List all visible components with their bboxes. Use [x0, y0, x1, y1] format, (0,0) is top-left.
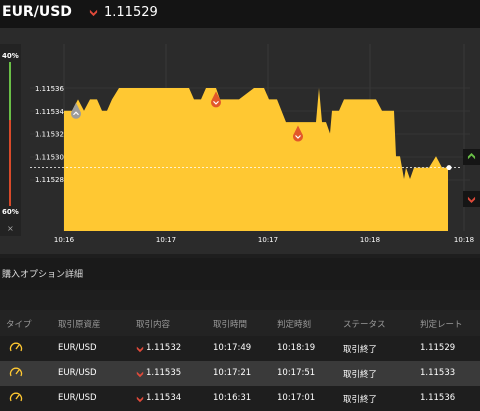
row-asset: EUR/USD — [58, 368, 97, 378]
table-header: タイプ 取引原資産 取引内容 取引時間 判定時刻 ステータス 判定レート — [0, 310, 480, 336]
down-arrow-icon — [136, 371, 144, 378]
y-tick-label: 1.11536 — [35, 85, 64, 93]
section-title: 購入オプション詳細 — [2, 270, 84, 280]
row-time: 10:16:31 — [213, 393, 252, 403]
header-content: 取引内容 — [136, 320, 171, 330]
row-status: 取引終了 — [343, 370, 378, 380]
gauge-icon — [9, 342, 23, 352]
row-rate: 1.11535 — [146, 368, 182, 378]
row-judge-time: 10:18:19 — [277, 343, 316, 353]
row-judge-rate: 1.11529 — [420, 343, 456, 353]
section-header: 購入オプション詳細 — [0, 258, 480, 290]
row-judge-time: 10:17:01 — [277, 393, 316, 403]
x-tick-label: 10:18 — [360, 236, 380, 244]
table-row[interactable]: EUR/USD 1.11535 10:17:21 10:17:51 取引終了 1… — [0, 361, 480, 386]
gauge-icon — [9, 392, 23, 402]
purchase-table: タイプ 取引原資産 取引内容 取引時間 判定時刻 ステータス 判定レート EUR… — [0, 310, 480, 411]
x-tick-label: 10:17 — [156, 236, 176, 244]
header-judge-time: 判定時刻 — [277, 320, 312, 330]
header-asset: 取引原資産 — [58, 320, 101, 330]
down-arrow-icon — [89, 9, 98, 17]
header-time: 取引時間 — [213, 320, 248, 330]
current-rate-dot — [446, 165, 452, 171]
top-bar: EUR/USD 1.11529 — [0, 0, 480, 28]
row-time: 10:17:49 — [213, 343, 252, 353]
row-judge-rate: 1.11536 — [420, 393, 456, 403]
table-row[interactable]: EUR/USD 1.11532 10:17:49 10:18:19 取引終了 1… — [0, 336, 480, 361]
x-tick-label: 10:17 — [258, 236, 278, 244]
gauge-icon — [9, 367, 23, 377]
low-button[interactable] — [463, 191, 480, 207]
row-judge-rate: 1.11533 — [420, 368, 456, 378]
currency-pair[interactable]: EUR/USD — [2, 4, 72, 20]
y-tick-label: 1.11532 — [35, 131, 64, 139]
down-arrow-icon — [136, 346, 144, 353]
header-type: タイプ — [6, 320, 32, 330]
y-tick-label: 1.11530 — [35, 153, 64, 161]
row-asset: EUR/USD — [58, 343, 97, 353]
high-button[interactable] — [463, 149, 480, 165]
table-row[interactable]: EUR/USD 1.11534 10:16:31 10:17:01 取引終了 1… — [0, 386, 480, 411]
down-arrow-icon — [136, 396, 144, 403]
row-time: 10:17:21 — [213, 368, 252, 378]
row-status: 取引終了 — [343, 345, 378, 355]
price-area — [64, 88, 448, 231]
row-asset: EUR/USD — [58, 393, 97, 403]
row-status: 取引終了 — [343, 395, 378, 405]
x-tick-label: 10:18 — [454, 236, 474, 244]
row-judge-time: 10:17:51 — [277, 368, 316, 378]
x-tick-label: 10:16 — [54, 236, 75, 244]
x-axis-ticks: 10:16 10:17 10:17 10:18 10:18 — [54, 236, 474, 244]
row-rate: 1.11534 — [146, 393, 182, 403]
y-tick-label: 1.11534 — [35, 108, 64, 116]
price-chart: 1.11536 1.11534 1.11532 1.11530 1.11528 10:1… — [30, 44, 474, 244]
up-arrow-icon — [467, 153, 476, 160]
header-judge-rate: 判定レート — [420, 320, 463, 330]
y-axis-ticks: 1.11536 1.11534 1.11532 1.11530 1.11528 — [35, 85, 64, 184]
y-tick-label: 1.11528 — [35, 176, 64, 184]
current-rate: 1.11529 — [104, 5, 158, 20]
header-status: ステータス — [343, 320, 386, 330]
row-rate: 1.11532 — [146, 343, 182, 353]
down-arrow-icon — [467, 196, 476, 203]
